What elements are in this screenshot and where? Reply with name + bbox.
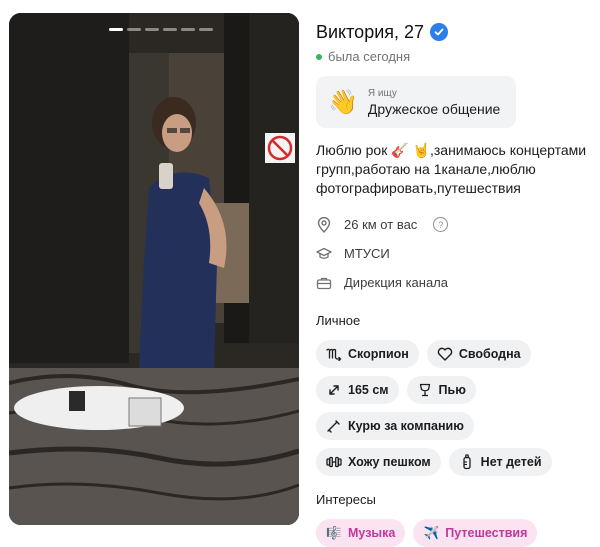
chip-interest-travel[interactable]: ✈️ Путешествия <box>413 519 538 547</box>
photo-dot[interactable] <box>145 28 159 31</box>
photo-dot[interactable] <box>109 28 123 31</box>
seeking-label: Я ищу <box>367 87 397 99</box>
chip-label: Скорпион <box>348 347 409 361</box>
chip-label: Нет детей <box>480 455 542 469</box>
chip-relationship[interactable]: Свободна <box>426 340 531 368</box>
chip-label: Хожу пешком <box>348 455 431 469</box>
briefcase-icon <box>316 275 332 291</box>
verified-icon <box>430 23 449 41</box>
seeking-card: 👋 Я ищу Дружеское общение <box>316 76 516 128</box>
photo-dot[interactable] <box>127 28 141 31</box>
photo-image <box>9 13 299 525</box>
chip-label: Курю за компанию <box>348 419 464 433</box>
profile-info: Виктория, 27 была сегодня 👋 Я ищу Дружес… <box>316 19 596 547</box>
chip-drinking[interactable]: Пью <box>406 376 476 404</box>
personal-title: Личное <box>316 313 361 328</box>
location-pin-icon <box>316 216 332 233</box>
about-text: Люблю рок 🎸 🤘,занимаюсь концертами групп… <box>316 142 587 196</box>
photo-pagination <box>109 28 213 31</box>
interests-title: Интересы <box>316 492 376 507</box>
fact-distance: 26 км от вас ? <box>316 210 596 239</box>
waving-hand-icon: 👋 <box>328 88 358 116</box>
facts-list: 26 км от вас ? МТУСИ Дирекция канала <box>316 210 596 297</box>
photo-dot[interactable] <box>199 28 213 31</box>
chip-kids[interactable]: Нет детей <box>448 448 552 476</box>
glass-icon <box>417 382 433 398</box>
scorpio-icon <box>326 346 342 362</box>
fact-education: МТУСИ <box>316 239 596 268</box>
height-icon <box>326 382 342 398</box>
chip-label: Музыка <box>348 526 396 540</box>
status-text: была сегодня <box>328 49 411 64</box>
profile-name: Виктория, 27 <box>316 21 425 42</box>
chip-height[interactable]: 165 см <box>316 376 399 404</box>
dumbbell-icon <box>326 454 342 470</box>
job-text: Дирекция канала <box>344 275 448 290</box>
chip-label: Свободна <box>458 347 521 361</box>
baby-bottle-icon <box>459 454 475 470</box>
distance-text: 26 км от вас <box>344 217 418 232</box>
chip-interest-music[interactable]: 🎼 Музыка <box>316 519 406 547</box>
chip-zodiac[interactable]: Скорпион <box>316 340 419 368</box>
heart-icon <box>437 346 453 362</box>
fact-job: Дирекция канала <box>316 268 596 297</box>
airplane-icon: ✈️ <box>423 525 440 540</box>
name-row: Виктория, 27 <box>316 19 596 45</box>
chip-label: 165 см <box>348 383 389 397</box>
music-icon: 🎼 <box>326 525 342 540</box>
photo-dot[interactable] <box>181 28 195 31</box>
online-status: была сегодня <box>316 49 596 64</box>
smoking-icon <box>326 418 342 434</box>
education-text: МТУСИ <box>344 246 390 261</box>
interest-chips: 🎼 Музыка ✈️ Путешествия <box>316 519 600 547</box>
personal-chips: Скорпион Свободна 165 см Пью Курю за ком… <box>316 340 600 476</box>
profile-photo[interactable] <box>9 13 299 525</box>
photo-dot[interactable] <box>163 28 177 31</box>
chip-sport[interactable]: Хожу пешком <box>316 448 441 476</box>
seeking-value: Дружеское общение <box>367 100 501 117</box>
help-icon[interactable]: ? <box>433 217 449 232</box>
chip-label: Пью <box>438 383 466 397</box>
chip-smoking[interactable]: Курю за компанию <box>316 412 474 440</box>
chip-label: Путешествия <box>445 526 528 540</box>
online-dot-icon <box>316 53 322 60</box>
graduation-cap-icon <box>316 246 332 262</box>
